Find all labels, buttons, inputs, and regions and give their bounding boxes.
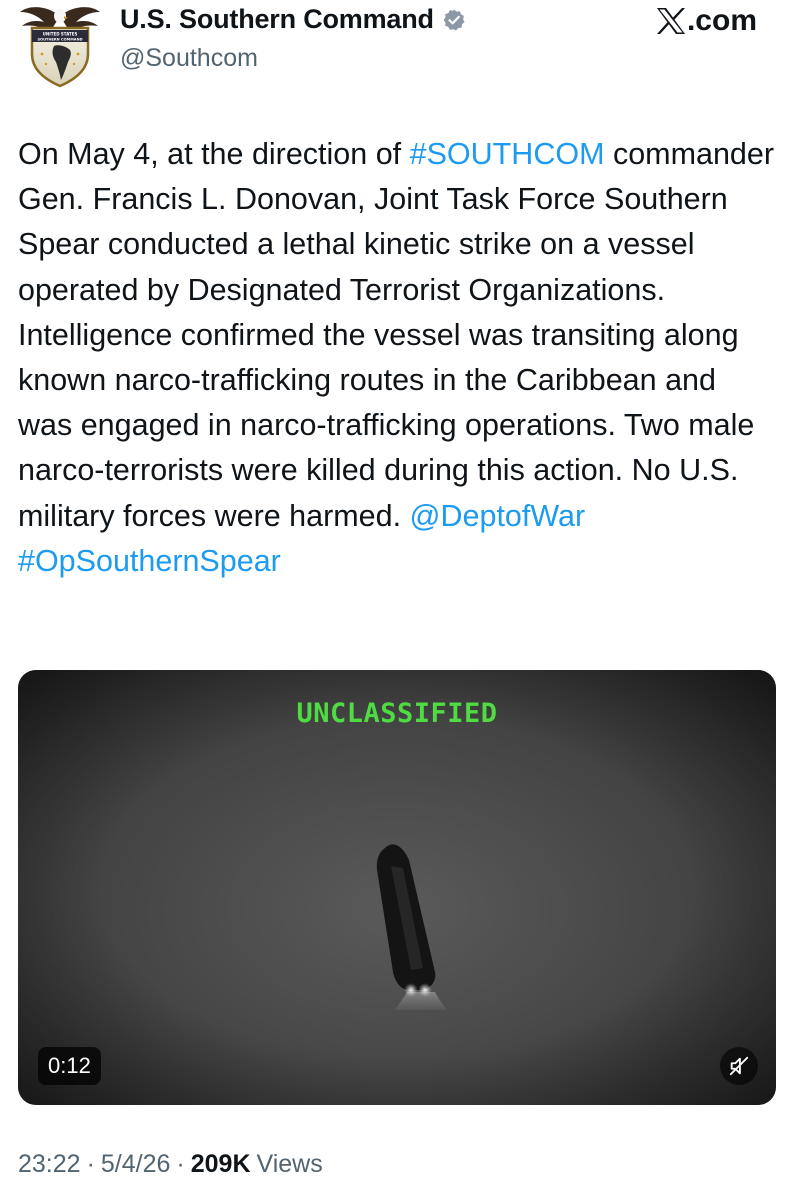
tweet-text-segment: commander Gen. Francis L. Donovan, Joint… (18, 137, 775, 533)
video-duration: 0:12 (38, 1047, 101, 1085)
svg-text:SOUTHERN COMMAND: SOUTHERN COMMAND (37, 38, 82, 42)
views-count[interactable]: 209K (191, 1150, 251, 1179)
tweet-time[interactable]: 23:22 (18, 1150, 81, 1179)
mention-link[interactable]: @DeptofWar (410, 499, 586, 533)
hashtag-link[interactable]: #SOUTHCOM (410, 137, 605, 171)
name-row: U.S. Southern Command (120, 4, 466, 35)
verified-badge-icon (443, 9, 465, 30)
vessel-image (376, 844, 447, 1010)
speaker-muted-icon (729, 1056, 749, 1076)
hashtag-link[interactable]: #OpSouthernSpear (18, 544, 281, 578)
mute-button[interactable] (720, 1047, 758, 1085)
views-label: Views (256, 1150, 323, 1178)
source-domain: .com (686, 4, 757, 37)
svg-text:UNITED STATES: UNITED STATES (43, 32, 78, 37)
display-name[interactable]: U.S. Southern Command (120, 4, 434, 35)
meta-separator: · (86, 1150, 95, 1178)
tweet-date[interactable]: 5/4/26 (101, 1150, 171, 1179)
x-logo-icon (656, 8, 685, 34)
tweet-meta: 23:22 · 5/4/26 · 209K Views (18, 1150, 323, 1179)
tweet-text: On May 4, at the direction of #SOUTHCOM … (18, 132, 778, 584)
southcom-eagle-seal-icon: UNITED STATES SOUTHERN COMMAND (20, 7, 100, 88)
meta-separator: · (176, 1150, 185, 1178)
source-label: .com (656, 4, 757, 38)
account-handle[interactable]: @Southcom (120, 44, 258, 73)
avatar[interactable]: UNITED STATES SOUTHERN COMMAND (18, 2, 102, 88)
tweet-text-segment: On May 4, at the direction of (18, 137, 410, 171)
classification-overlay: UNCLASSIFIED (296, 698, 498, 729)
video-player[interactable]: UNCLASSIFIED 0:12 (18, 670, 776, 1105)
tweet-header: UNITED STATES SOUTHERN COMMAND U.S. Sout… (0, 0, 793, 100)
